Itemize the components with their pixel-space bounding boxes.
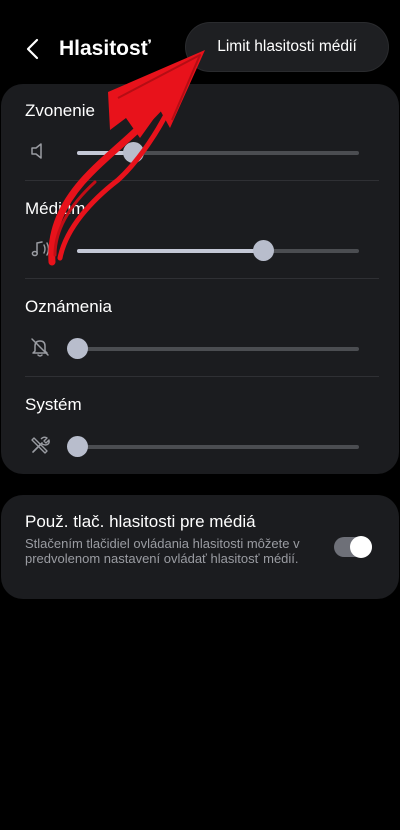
slider-thumb[interactable] <box>67 436 88 457</box>
media-keys-title: Použ. tlač. hlasitosti pre médiá <box>25 512 256 531</box>
notifications-volume-slider[interactable] <box>67 338 359 359</box>
bell-muted-icon <box>31 338 49 357</box>
slider-fill <box>77 249 264 253</box>
divider <box>25 376 379 377</box>
media-volume-slider[interactable] <box>77 240 359 261</box>
volume-card: Zvonenie Médium Oznámenia Systém <box>1 84 399 474</box>
speaker-icon <box>31 143 42 159</box>
switch-knob <box>350 536 372 558</box>
volume-label: Systém <box>25 395 82 414</box>
music-note-icon <box>31 241 50 257</box>
divider <box>25 180 379 181</box>
ringtone-volume-slider[interactable] <box>77 142 359 163</box>
system-tools-icon <box>31 436 50 454</box>
menu-item-media-volume-limit[interactable]: Limit hlasitosti médií <box>186 23 388 71</box>
app-header: Hlasitosť Limit hlasitosti médií <box>0 20 400 80</box>
slider-thumb[interactable] <box>123 142 145 163</box>
volume-row-ringtone: Zvonenie <box>1 84 399 181</box>
divider <box>25 278 379 279</box>
back-button[interactable] <box>18 34 48 64</box>
volume-row-media: Médium <box>1 182 399 279</box>
volume-row-notifications: Oznámenia <box>1 280 399 377</box>
volume-row-system: Systém <box>1 378 399 475</box>
volume-label: Médium <box>25 199 86 218</box>
back-arrow-icon <box>26 38 39 60</box>
system-volume-slider[interactable] <box>67 436 359 457</box>
media-keys-switch[interactable] <box>334 536 372 558</box>
slider-thumb[interactable] <box>253 240 275 261</box>
media-keys-card[interactable]: Použ. tlač. hlasitosti pre médiá Stlačen… <box>1 495 399 599</box>
slider-thumb[interactable] <box>67 338 88 359</box>
page-title: Hlasitosť <box>59 37 151 60</box>
media-keys-description: Stlačením tlačidiel ovládania hlasitosti… <box>25 536 300 566</box>
volume-label: Oznámenia <box>25 297 112 316</box>
volume-label: Zvonenie <box>25 101 95 120</box>
